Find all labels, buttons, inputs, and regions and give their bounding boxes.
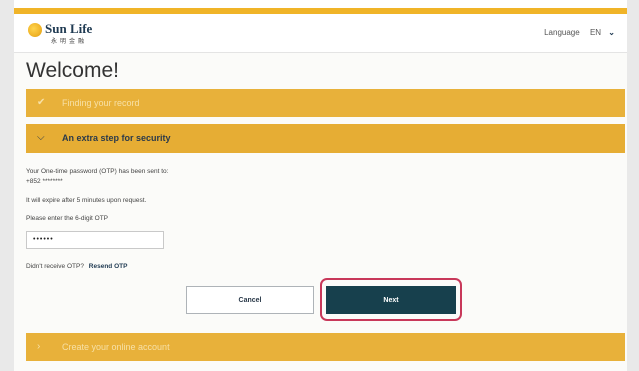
app-window: Sun Life 永明金融 Language EN ⌄ Welcome! ✔ F… [0,0,639,371]
step-create-account[interactable]: › Create your online account [26,333,625,361]
step-label: An extra step for security [62,133,171,143]
brand-chinese-name: 永明金融 [51,39,88,45]
otp-sent-text: Your One-time password (OTP) has been se… [26,168,169,175]
step-finding-record[interactable]: ✔ Finding your record [26,89,625,117]
brand-name: Sun Life [45,21,93,36]
language-selector[interactable]: Language EN ⌄ [544,28,615,37]
step-label: Create your online account [62,342,170,352]
chevron-right-icon: › [37,341,41,352]
site-header: Sun Life 永明金融 Language EN ⌄ [14,14,627,53]
language-label: Language [544,28,580,37]
resend-prompt: Didn't receive OTP? [26,263,84,270]
masked-phone-number: +852 ******** [26,178,63,185]
otp-expiry-note: It will expire after 5 minutes upon requ… [26,197,147,204]
chevron-down-icon: ⌵ [37,132,45,143]
step-label: Finding your record [62,98,140,108]
resend-row: Didn't receive OTP? Resend OTP [26,263,127,270]
next-button-highlight [320,278,462,321]
page-title: Welcome! [26,59,119,82]
cancel-button[interactable]: Cancel [186,286,314,314]
chevron-down-icon: ⌄ [608,28,615,37]
otp-input[interactable]: •••••• [26,231,164,249]
resend-otp-link[interactable]: Resend OTP [89,263,128,270]
right-page-border [627,0,639,371]
sun-icon [28,23,42,37]
left-page-border [0,0,14,371]
otp-input-label: Please enter the 6-digit OTP [26,215,109,222]
check-icon: ✔ [37,97,46,108]
language-code: EN [589,28,602,37]
step-extra-security[interactable]: ⌵ An extra step for security [26,124,625,153]
